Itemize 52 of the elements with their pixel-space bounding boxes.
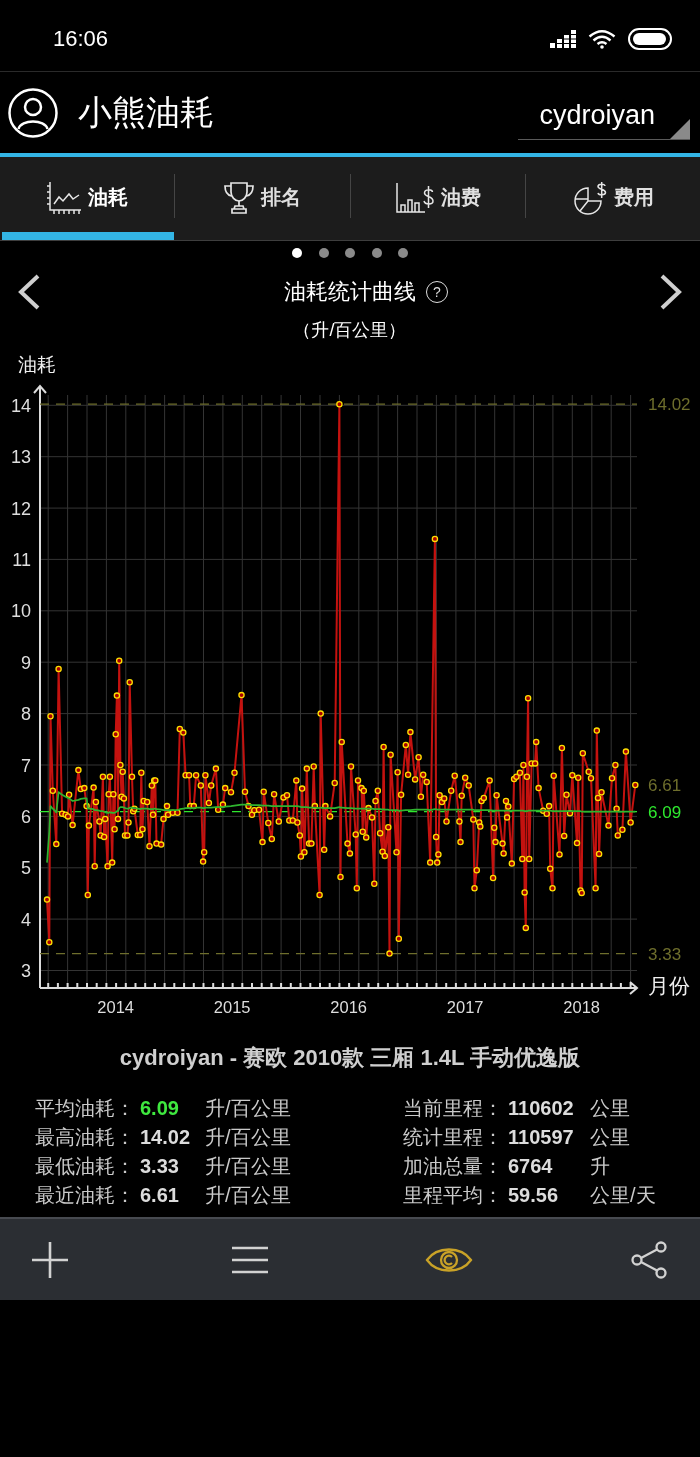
stat-unit: 公里/天 [590, 1183, 657, 1208]
axis-tick-label: 2015 [213, 998, 251, 1016]
stat-label: 加油总量： [403, 1154, 504, 1179]
stat-value: 110602 [508, 1097, 575, 1120]
stat-label: 当前里程： [403, 1096, 504, 1121]
axis-tick-label: 11 [12, 549, 31, 570]
axis-tick-label: 2014 [97, 998, 135, 1016]
stat-unit: 升 [590, 1154, 611, 1179]
stat-value: 6.09 [140, 1097, 180, 1120]
axis-tick-label: 12 [10, 498, 31, 519]
axis-tick-label: 2017 [446, 998, 484, 1016]
stat-label: 最近油耗： [35, 1183, 136, 1208]
chart-title: 油耗统计曲线 [284, 277, 416, 306]
chart-unit: （升/百公里） [292, 319, 408, 342]
vehicle-title: cydroiyan - 赛欧 2010款 三厢 1.4L 手动优逸版 [118, 1044, 582, 1072]
axis-tick-label: 6 [21, 806, 31, 827]
axis-tick-label: 14 [10, 395, 31, 416]
stat-label: 最高油耗： [35, 1125, 136, 1150]
stat-label: 平均油耗： [35, 1096, 136, 1121]
axis-tick-label: 2018 [563, 998, 601, 1016]
stat-value: 14.02 [140, 1126, 192, 1149]
stat-unit: 公里 [590, 1096, 631, 1121]
stat-unit: 升/百公里 [205, 1125, 292, 1150]
stat-value: 6.61 [140, 1184, 180, 1207]
status-time: 16:06 [53, 25, 109, 52]
stat-label: 里程平均： [403, 1183, 504, 1208]
reference-label: 6.09 [648, 802, 682, 822]
axis-title: 月份 [648, 974, 690, 997]
axis-tick-label: 3 [21, 961, 31, 981]
stat-value: 6764 [508, 1155, 554, 1178]
axis-tick-label: 9 [21, 652, 31, 673]
axis-tick-label: 4 [21, 909, 31, 930]
axis-tick-label: 10 [10, 601, 31, 622]
stat-unit: 升/百公里 [205, 1096, 292, 1121]
axis-title: 油耗 [18, 354, 56, 375]
stat-value: 3.33 [140, 1155, 180, 1178]
axis-tick-label: 2016 [330, 998, 368, 1016]
latest-value-label: 6.61 [648, 776, 682, 795]
stat-unit: 升/百公里 [205, 1154, 292, 1179]
axis-tick-label: 7 [21, 755, 31, 776]
stat-label: 最低油耗： [35, 1154, 136, 1179]
reference-label: 3.33 [648, 944, 682, 964]
reference-label: 14.02 [648, 395, 691, 415]
stat-value: 110597 [508, 1126, 575, 1149]
axis-tick-label: 8 [21, 704, 31, 725]
stat-value: 59.56 [508, 1184, 560, 1207]
axis-tick-label: 5 [21, 858, 31, 879]
stat-unit: 升/百公里 [205, 1183, 292, 1208]
axis-tick-label: 13 [10, 447, 31, 468]
stat-label: 统计里程： [403, 1125, 504, 1150]
app-title: 小熊油耗 [78, 91, 214, 133]
stat-unit: 公里 [590, 1125, 631, 1150]
